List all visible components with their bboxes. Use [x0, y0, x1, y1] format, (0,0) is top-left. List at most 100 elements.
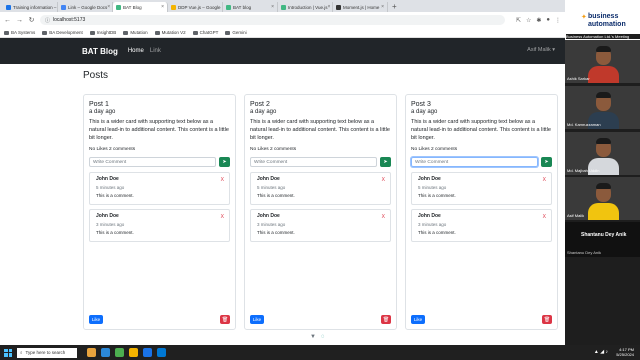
post-date: a day ago — [250, 109, 277, 115]
browser-tab[interactable]: Introduction | Vue.js × — [278, 2, 333, 12]
delete-comment-button[interactable]: X — [382, 177, 385, 183]
like-button[interactable]: Like — [411, 315, 425, 324]
browser-tab[interactable]: BAT blog × — [223, 2, 278, 12]
comment-input[interactable]: Write Comment — [411, 157, 538, 167]
tab-close-icon[interactable]: × — [107, 4, 110, 10]
extensions-icon[interactable]: ✱ — [536, 17, 541, 24]
tab-favicon-icon — [61, 4, 66, 10]
taskbar-app-icon[interactable] — [143, 348, 152, 357]
comment-input[interactable]: Write Comment — [89, 157, 216, 167]
forward-icon[interactable]: → — [16, 17, 23, 24]
comment-time: 5 minutes ago — [96, 185, 125, 190]
tab-close-icon[interactable]: × — [161, 4, 164, 10]
bookmark-label: BA Systems — [11, 30, 36, 35]
send-comment-button[interactable]: ➤ — [541, 157, 552, 167]
folder-icon — [154, 30, 160, 35]
logo-text-1: business — [588, 13, 619, 20]
delete-comment-button[interactable]: X — [543, 214, 546, 220]
browser-tab[interactable]: Link – Google Docs × — [58, 2, 113, 12]
user-dropdown[interactable]: Asif Malik ▾ — [527, 47, 555, 53]
post-stats: No Likes 2 comments — [411, 147, 458, 152]
participant-tile[interactable]: Ashik Sarkar — [565, 40, 640, 83]
taskbar-app-icon[interactable] — [87, 348, 96, 357]
browser-tab[interactable]: BAT Blog × — [113, 2, 168, 12]
navbar-brand[interactable]: BAT Blog — [82, 47, 118, 56]
bookmark-label: ChatGPT — [199, 30, 219, 35]
tab-label: Link – Google Docs — [68, 4, 108, 10]
send-comment-button[interactable]: ➤ — [380, 157, 391, 167]
tab-close-icon[interactable]: × — [328, 4, 331, 10]
comment-item: John Doe 3 minutes ago This is a comment… — [89, 209, 230, 242]
tab-close-icon[interactable]: × — [381, 4, 384, 10]
tab-close-icon[interactable]: × — [271, 4, 274, 10]
post-date: a day ago — [411, 109, 438, 115]
folder-icon — [123, 30, 129, 35]
share-icon[interactable]: ⇱ — [516, 17, 521, 24]
comment-input[interactable]: Write Comment — [250, 157, 377, 167]
comment-item: John Doe 5 minutes ago This is a comment… — [89, 172, 230, 205]
taskbar-app-icon[interactable] — [115, 348, 124, 357]
reload-icon[interactable]: ↻ — [28, 16, 35, 24]
folder-icon — [42, 30, 48, 35]
participant-tile[interactable]: Md. Kamruzzaman — [565, 86, 640, 129]
bookmark-item[interactable]: ChatGPT — [192, 30, 219, 35]
new-tab-icon[interactable]: + — [388, 2, 401, 12]
comment-time: 3 minutes ago — [257, 222, 286, 227]
like-button[interactable]: Like — [89, 315, 103, 324]
profile-icon[interactable]: ● — [546, 17, 550, 23]
start-icon[interactable] — [4, 348, 12, 357]
comment-author: John Doe — [418, 213, 441, 219]
comment-item: John Doe 5 minutes ago This is a comment… — [411, 172, 552, 205]
clock[interactable]: 4:17 PM 5/25/2024 — [616, 347, 634, 357]
like-button[interactable]: Like — [250, 315, 264, 324]
taskbar-app-icon[interactable] — [101, 348, 110, 357]
nav-link-link[interactable]: Link — [150, 48, 161, 54]
participant-tile[interactable]: Md. Majbah Uddin — [565, 132, 640, 175]
tab-label: Introduction | Vue.js — [288, 4, 328, 10]
posts-page: Posts Post 1 a day ago This is a wider c… — [0, 64, 565, 344]
comment-body: This is a comment. — [96, 230, 134, 235]
comment-author: John Doe — [418, 176, 441, 182]
bookmark-item[interactable]: BA Systems — [4, 30, 35, 35]
bookmark-item[interactable]: Mutation V2 — [154, 30, 186, 35]
bookmark-item[interactable]: BA Development — [42, 30, 83, 35]
delete-post-button[interactable]: 🗑 — [220, 315, 230, 324]
back-icon[interactable]: ← — [4, 17, 11, 24]
participant-tile[interactable]: Asif Malik — [565, 177, 640, 220]
browser-tab[interactable]: DDP Vue.js – Google Slides× — [168, 2, 223, 12]
taskbar-app-icon[interactable] — [129, 348, 138, 357]
delete-post-button[interactable]: 🗑 — [542, 315, 552, 324]
menu-icon[interactable]: ⋮ — [555, 17, 561, 24]
nav-link-home[interactable]: Home — [128, 48, 144, 54]
folder-icon — [192, 30, 198, 35]
bookmarks-bar: BA Systems BA Development InsightDB Mutatio… — [0, 28, 565, 38]
browser-tab[interactable]: Moment.js | Home × — [333, 2, 388, 12]
bookmark-item[interactable]: InsightDB — [89, 30, 116, 35]
delete-comment-button[interactable]: X — [221, 177, 224, 183]
bookmark-item[interactable]: Gemini — [225, 30, 247, 35]
delete-comment-button[interactable]: X — [382, 214, 385, 220]
taskbar-search[interactable]: ⌕ Type here to search — [17, 347, 77, 358]
bookmark-star-icon[interactable]: ☆ — [526, 17, 531, 24]
presenter-name: Shantanu Dey Anik — [581, 232, 627, 238]
site-info-icon[interactable]: ⓘ — [45, 17, 50, 24]
delete-comment-button[interactable]: X — [221, 214, 224, 220]
delete-post-button[interactable]: 🗑 — [381, 315, 391, 324]
browser-tab[interactable]: Training information – Google× — [3, 2, 58, 12]
tab-favicon-icon — [281, 4, 286, 10]
tray-icons[interactable]: ▲ ◢ ♪ — [594, 349, 608, 355]
participant-hair — [596, 92, 611, 98]
logo-text-2: automation — [588, 21, 626, 28]
app-navbar: BAT Blog Home Link Asif Malik ▾ — [0, 38, 565, 64]
bookmark-label: BA Development — [49, 30, 83, 35]
delete-comment-button[interactable]: X — [543, 177, 546, 183]
taskbar-app-icon[interactable] — [157, 348, 166, 357]
logo-mark-icon: ✦ — [581, 14, 587, 21]
comment-time: 3 minutes ago — [418, 222, 447, 227]
send-comment-button[interactable]: ➤ — [219, 157, 230, 167]
taskbar-search-text: Type here to search — [25, 350, 66, 355]
tab-label: BAT Blog — [123, 4, 142, 10]
address-bar[interactable]: ⓘ localhost:5173 — [40, 15, 505, 25]
comment-item: John Doe 3 minutes ago This is a comment… — [250, 209, 391, 242]
bookmark-item[interactable]: Mutation — [123, 30, 148, 35]
